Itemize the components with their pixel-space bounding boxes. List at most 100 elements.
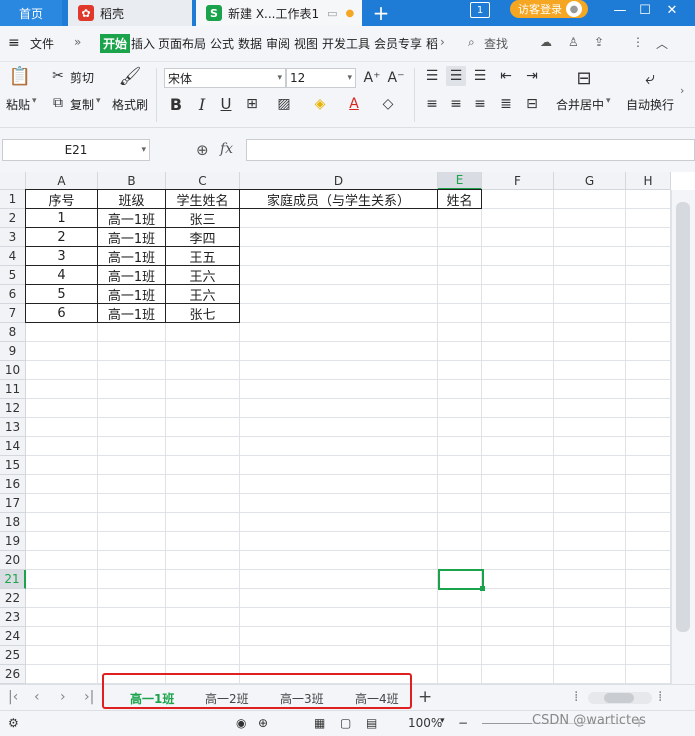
row-header[interactable]: 23	[0, 608, 26, 627]
vertical-scroll-thumb[interactable]	[676, 202, 690, 632]
column-header-b[interactable]: B	[98, 172, 166, 190]
cell[interactable]	[626, 589, 671, 608]
cell[interactable]	[554, 380, 626, 399]
cell[interactable]	[26, 437, 98, 456]
menu-tab-daoke[interactable]: 稻	[426, 35, 438, 52]
cell[interactable]	[626, 494, 671, 513]
cell[interactable]	[554, 608, 626, 627]
cell[interactable]	[26, 323, 98, 342]
row-header[interactable]: 15	[0, 456, 26, 475]
cell[interactable]	[626, 608, 671, 627]
cell[interactable]	[482, 513, 554, 532]
vertical-scrollbar[interactable]	[671, 190, 695, 684]
fill-color-icon[interactable]: ◈	[310, 94, 330, 114]
cell[interactable]	[166, 361, 240, 380]
cell[interactable]	[98, 380, 166, 399]
cell[interactable]	[98, 475, 166, 494]
row-header[interactable]: 21	[0, 570, 26, 589]
cell[interactable]	[554, 399, 626, 418]
cell[interactable]	[626, 285, 671, 304]
cell[interactable]	[626, 380, 671, 399]
cell[interactable]: 4	[25, 265, 98, 285]
increase-indent-icon[interactable]: ⇥	[522, 66, 542, 86]
wrap-text-icon[interactable]: ⤶	[640, 68, 660, 89]
cell[interactable]	[438, 418, 482, 437]
cell[interactable]	[166, 323, 240, 342]
cell[interactable]	[240, 570, 438, 589]
cell[interactable]	[438, 209, 482, 228]
cell[interactable]	[554, 475, 626, 494]
scissors-icon[interactable]: ✂	[48, 66, 68, 86]
more-icon[interactable]: ⋮	[632, 35, 644, 49]
cell[interactable]	[626, 304, 671, 323]
cell[interactable]	[26, 342, 98, 361]
cell[interactable]	[438, 646, 482, 665]
cell[interactable]: 高一1班	[97, 208, 166, 228]
paste-icon[interactable]: 📋	[9, 66, 31, 87]
cell[interactable]	[240, 456, 438, 475]
cell[interactable]	[166, 475, 240, 494]
cell[interactable]	[166, 551, 240, 570]
cell[interactable]	[482, 475, 554, 494]
row-header[interactable]: 22	[0, 589, 26, 608]
cell[interactable]	[166, 627, 240, 646]
cell[interactable]	[166, 608, 240, 627]
cell[interactable]: 高一1班	[97, 227, 166, 247]
horizontal-scrollbar[interactable]	[588, 692, 652, 704]
merge-dropdown-icon[interactable]: ▾	[606, 96, 611, 106]
row-header[interactable]: 5	[0, 266, 26, 285]
row-header[interactable]: 16	[0, 475, 26, 494]
row-header[interactable]: 11	[0, 380, 26, 399]
row-header[interactable]: 8	[0, 323, 26, 342]
cell[interactable]	[626, 665, 671, 684]
cell[interactable]	[26, 589, 98, 608]
cell[interactable]	[482, 342, 554, 361]
cell[interactable]	[626, 437, 671, 456]
cell[interactable]: 3	[25, 246, 98, 266]
cell[interactable]	[26, 532, 98, 551]
cell[interactable]	[482, 551, 554, 570]
cell[interactable]: 家庭成员（与学生关系）	[239, 189, 438, 209]
cell[interactable]	[626, 456, 671, 475]
column-header-h[interactable]: H	[626, 172, 671, 190]
align-right-icon[interactable]: ≡	[470, 94, 490, 114]
cell[interactable]	[98, 437, 166, 456]
cell[interactable]	[166, 494, 240, 513]
decrease-font-icon[interactable]: A⁻	[386, 68, 406, 88]
cell[interactable]: 姓名	[437, 189, 482, 209]
cell[interactable]	[482, 456, 554, 475]
cell[interactable]	[240, 266, 438, 285]
cell[interactable]	[554, 418, 626, 437]
cell[interactable]	[626, 209, 671, 228]
cell[interactable]: 王五	[165, 246, 240, 266]
menu-tab-view[interactable]: 视图	[294, 35, 318, 52]
window-count-icon[interactable]: 1	[470, 2, 490, 18]
row-header[interactable]: 24	[0, 627, 26, 646]
cell[interactable]	[554, 209, 626, 228]
paste-button[interactable]: 粘贴	[6, 96, 30, 113]
menu-tab-layout[interactable]: 页面布局	[158, 35, 206, 52]
cell[interactable]	[438, 285, 482, 304]
decrease-indent-icon[interactable]: ⇤	[496, 66, 516, 86]
cell[interactable]: 王六	[165, 265, 240, 285]
format-painter-icon[interactable]: 🖌	[119, 66, 142, 87]
cell[interactable]	[438, 494, 482, 513]
cell[interactable]	[626, 247, 671, 266]
cell[interactable]	[240, 551, 438, 570]
cell[interactable]	[482, 418, 554, 437]
cell[interactable]	[554, 323, 626, 342]
cell[interactable]	[554, 361, 626, 380]
merge-cells-icon[interactable]: ⊟	[574, 68, 594, 89]
cell[interactable]	[438, 513, 482, 532]
cell[interactable]	[438, 475, 482, 494]
hamburger-icon[interactable]: ≡	[8, 35, 20, 51]
select-all-corner[interactable]	[0, 172, 26, 190]
cell[interactable]	[98, 608, 166, 627]
cell[interactable]: 高一1班	[97, 246, 166, 266]
cell[interactable]	[240, 247, 438, 266]
cell[interactable]	[554, 532, 626, 551]
cell[interactable]	[438, 247, 482, 266]
row-header[interactable]: 7	[0, 304, 26, 323]
cell[interactable]	[240, 513, 438, 532]
cell[interactable]	[438, 228, 482, 247]
